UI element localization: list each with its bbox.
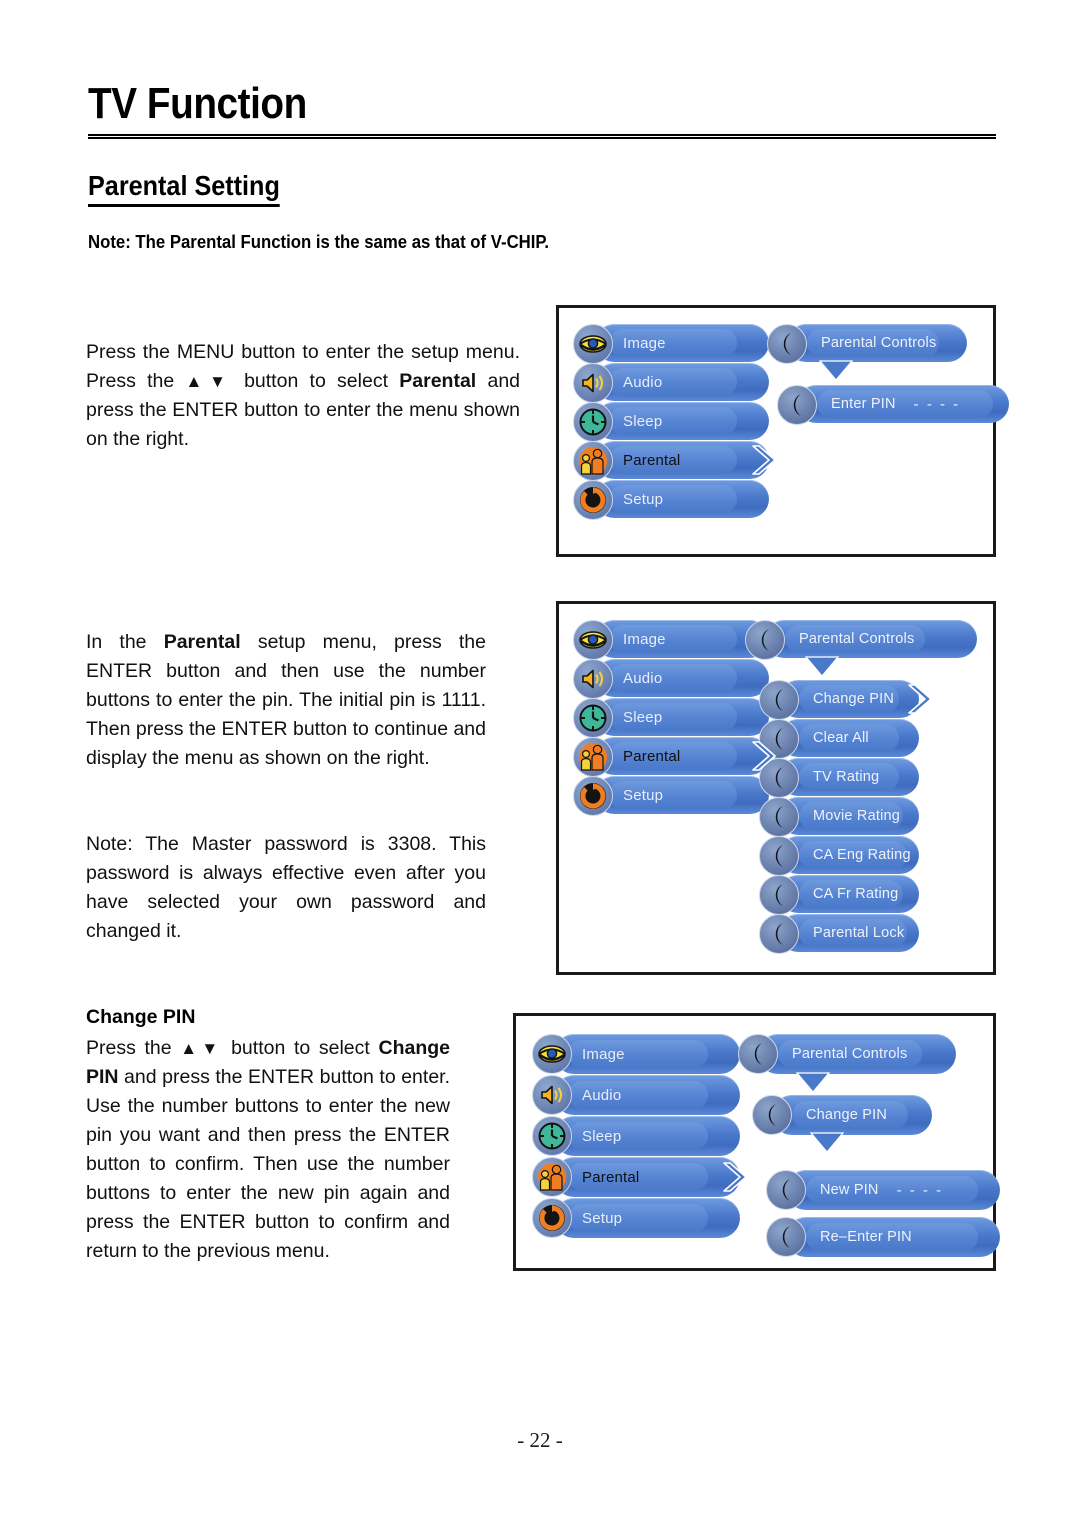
submenu-label: Parental Lock <box>813 925 905 941</box>
parental-icon <box>573 441 613 481</box>
submenu-label: Re–Enter PIN <box>820 1229 912 1245</box>
sidebar-item-label: Sleep <box>582 1127 622 1145</box>
sidebar-item-label: Image <box>623 630 666 648</box>
pin-value: - - - - <box>913 395 961 413</box>
moon-icon <box>759 836 799 876</box>
moon-icon <box>766 1170 806 1210</box>
submenu-label: CA Eng Rating <box>813 847 911 863</box>
change-pin-heading: Change PIN <box>86 1006 196 1028</box>
p1-bold-parental: Parental <box>399 370 477 392</box>
instruction-paragraph-4: Press the ▲▼ button to select Change PIN… <box>86 1034 450 1266</box>
down-connector-arrow-icon-2 <box>808 1132 846 1159</box>
sidebar-item-label: Image <box>582 1045 625 1063</box>
moon-icon <box>759 914 799 954</box>
submenu-label: Parental Controls <box>821 335 937 351</box>
sidebar-item-label: Image <box>623 334 666 352</box>
submenu-label: Movie Rating <box>813 808 901 824</box>
p4-text-c: and press the ENTER button to enter. Use… <box>86 1066 450 1262</box>
submenu-label: Change PIN <box>813 691 894 707</box>
selection-arrow-icon <box>905 682 935 716</box>
down-connector-arrow-icon <box>817 360 855 387</box>
selection-arrow-icon <box>749 443 779 477</box>
refresh-icon <box>573 776 613 816</box>
speaker-icon <box>573 363 613 403</box>
sidebar-item-label: Setup <box>623 786 664 804</box>
title-divider <box>88 134 996 139</box>
master-password-note: Note: The Master password is 3308. This … <box>86 833 486 942</box>
sidebar-item-label: Sleep <box>623 708 663 726</box>
parental-icon <box>573 737 613 777</box>
osd-figure-1: Image Audio Sleep Parental Setup Parenta… <box>556 305 1009 557</box>
moon-icon <box>766 1217 806 1257</box>
instruction-paragraph-2: In the Parental setup menu, press the EN… <box>86 628 486 773</box>
updown-arrows-glyph-2: ▲▼ <box>180 1039 223 1058</box>
eye-icon <box>573 324 613 364</box>
osd-figure-2: Image Audio Sleep Parental Setup Parenta… <box>556 601 996 975</box>
submenu-label: TV Rating <box>813 769 880 785</box>
sidebar-item-label: Sleep <box>623 412 663 430</box>
submenu-label: Clear All <box>813 730 869 746</box>
new-pin-value: - - - - <box>896 1181 944 1199</box>
moon-icon <box>777 385 817 425</box>
page-title: TV Function <box>88 79 307 128</box>
updown-arrows-glyph: ▲▼ <box>185 372 233 391</box>
submenu-label: Parental Controls <box>799 631 915 647</box>
sidebar-item-label: Audio <box>582 1086 622 1104</box>
moon-icon <box>738 1034 778 1074</box>
sidebar-item-label: Audio <box>623 669 663 687</box>
speaker-icon <box>573 659 613 699</box>
clock-icon <box>532 1116 572 1156</box>
p2-bold-parental: Parental <box>163 631 241 653</box>
vchip-note: Note: The Parental Function is the same … <box>88 232 550 252</box>
page-number: - 22 - <box>517 1428 563 1452</box>
parental-icon <box>532 1157 572 1197</box>
sidebar-item-label: Setup <box>623 490 664 508</box>
sidebar-item-label: Parental <box>623 747 681 765</box>
sidebar-item-label: Parental <box>623 451 681 469</box>
moon-icon <box>745 620 785 660</box>
p2-text-a: In the <box>86 631 164 653</box>
section-title: Parental Setting <box>88 172 280 207</box>
sidebar-item-label: Audio <box>623 373 663 391</box>
moon-icon <box>759 680 799 720</box>
submenu-label: New PIN <box>820 1182 879 1198</box>
refresh-icon <box>573 480 613 520</box>
p4-text-a: Press the <box>86 1037 181 1059</box>
down-connector-arrow-icon <box>794 1072 832 1099</box>
submenu-label: CA Fr Rating <box>813 886 899 902</box>
down-connector-arrow-icon <box>803 656 841 683</box>
eye-icon <box>573 620 613 660</box>
submenu-label: Enter PIN <box>831 396 896 412</box>
submenu-label: Change PIN <box>806 1107 887 1123</box>
p1-text-b: button to select <box>232 370 400 392</box>
speaker-icon <box>532 1075 572 1115</box>
p4-text-b: button to select <box>222 1037 379 1059</box>
clock-icon <box>573 698 613 738</box>
moon-icon <box>759 875 799 915</box>
moon-icon <box>752 1095 792 1135</box>
moon-icon <box>767 324 807 364</box>
submenu-label: Parental Controls <box>792 1046 908 1062</box>
selection-arrow-icon <box>749 739 779 773</box>
selection-arrow-icon <box>720 1160 750 1194</box>
sidebar-item-label: Setup <box>582 1209 623 1227</box>
sidebar-item-label: Parental <box>582 1168 640 1186</box>
eye-icon <box>532 1034 572 1074</box>
moon-icon <box>759 797 799 837</box>
instruction-paragraph-1: Press the MENU button to enter the setup… <box>86 338 520 454</box>
refresh-icon <box>532 1198 572 1238</box>
clock-icon <box>573 402 613 442</box>
osd-figure-3: Image Audio Sleep Parental Setup Parenta… <box>513 1013 1000 1271</box>
